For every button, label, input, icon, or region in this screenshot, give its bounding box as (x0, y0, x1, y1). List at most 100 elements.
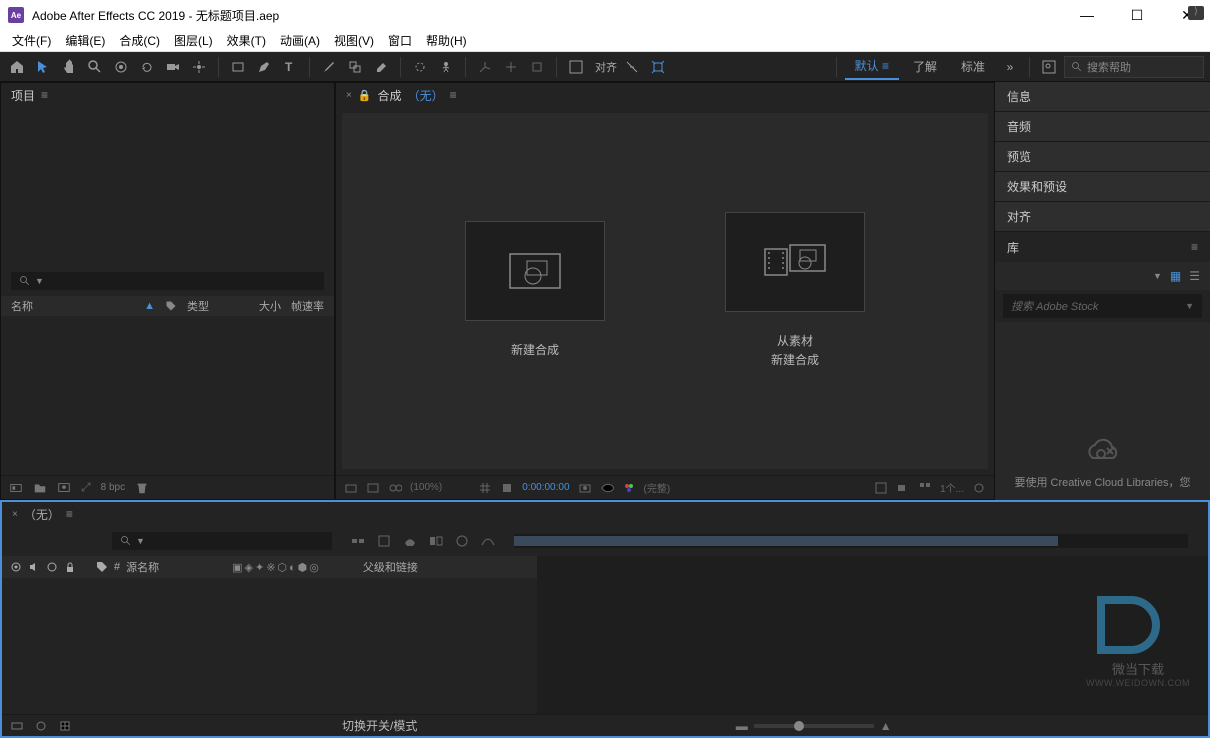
align-panel-tab[interactable]: 对齐 (995, 202, 1210, 232)
layer-list-area[interactable] (2, 578, 537, 714)
hand-tool[interactable] (58, 56, 80, 78)
lib-search-input[interactable]: 搜索 Adobe Stock ▼ (1003, 294, 1202, 318)
interpret-icon[interactable] (9, 481, 23, 495)
zoom-percent[interactable]: (100%) (410, 482, 442, 493)
info-panel-tab[interactable]: 信息 (995, 82, 1210, 112)
grid-icon[interactable] (478, 481, 492, 495)
snap-extend-icon[interactable] (647, 56, 669, 78)
audio-panel-tab[interactable]: 音频 (995, 112, 1210, 142)
search-all-icon[interactable] (1038, 56, 1060, 78)
resolution-label[interactable]: (完整) (644, 480, 671, 495)
menu-window[interactable]: 窗口 (382, 30, 418, 51)
view-count[interactable]: 1个... (940, 480, 964, 495)
list-view-icon[interactable]: ☰ (1189, 269, 1200, 283)
bpc-label[interactable]: 8 bpc (101, 482, 125, 493)
workspace-standard[interactable]: 标准 (951, 54, 995, 79)
menu-help[interactable]: 帮助(H) (420, 30, 473, 51)
col-name[interactable]: 名称 (11, 298, 134, 314)
timeline-search-input[interactable]: ▼ (112, 532, 332, 550)
view-axis-tool[interactable] (526, 56, 548, 78)
collapse-icon[interactable]: ⟩ (1188, 6, 1204, 20)
clone-tool[interactable] (344, 56, 366, 78)
col-fps[interactable]: 帧速率 (291, 298, 324, 314)
menu-file[interactable]: 文件(F) (6, 30, 57, 51)
workspace-default[interactable]: 默认 ≡ (845, 53, 899, 80)
menu-view[interactable]: 视图(V) (328, 30, 380, 51)
magnify-icon[interactable] (344, 481, 358, 495)
show-snapshot-icon[interactable] (600, 481, 614, 495)
effects-panel-tab[interactable]: 效果和预设 (995, 172, 1210, 202)
graph-editor-icon[interactable] (480, 533, 496, 549)
solo-icon[interactable] (46, 561, 58, 573)
new-from-footage-tile[interactable]: 从素材新建合成 (705, 212, 885, 370)
color-icon[interactable] (622, 481, 636, 495)
text-tool[interactable]: T (279, 56, 301, 78)
new-composition-tile[interactable]: 新建合成 (445, 221, 625, 360)
eraser-tool[interactable] (370, 56, 392, 78)
roto-tool[interactable] (409, 56, 431, 78)
menu-animation[interactable]: 动画(A) (274, 30, 326, 51)
folder-icon[interactable] (33, 481, 47, 495)
timeline-zoom-slider[interactable]: ▬ ▲ (427, 719, 1200, 733)
multi-view-icon[interactable] (918, 481, 932, 495)
source-name-col[interactable]: 源名称 (126, 559, 226, 575)
draft-3d-icon[interactable] (376, 533, 392, 549)
close-tab-icon[interactable]: × (12, 509, 18, 520)
rectangle-tool[interactable] (227, 56, 249, 78)
switches-label[interactable]: 切换开关/模式 (342, 717, 417, 734)
trash-icon[interactable] (135, 481, 149, 495)
puppet-tool[interactable] (435, 56, 457, 78)
lock-icon[interactable]: 🔒 (358, 89, 372, 102)
time-ruler[interactable] (537, 556, 1208, 578)
speaker-icon[interactable] (28, 561, 40, 573)
exposure-icon[interactable] (972, 481, 986, 495)
resolution-icon[interactable] (366, 481, 380, 495)
orbit-tool[interactable] (110, 56, 132, 78)
new-comp-icon[interactable] (57, 481, 71, 495)
world-axis-tool[interactable] (500, 56, 522, 78)
zoom-tool[interactable] (84, 56, 106, 78)
menu-composition[interactable]: 合成(C) (113, 30, 166, 51)
eye-icon[interactable] (10, 561, 22, 573)
comp-mini-flowchart-icon[interactable] (350, 533, 366, 549)
col-size[interactable]: 大小 (259, 298, 281, 314)
expand-icon[interactable] (58, 719, 72, 733)
brush-tool[interactable] (318, 56, 340, 78)
snap-edge-icon[interactable] (621, 56, 643, 78)
menu-layer[interactable]: 图层(L) (168, 30, 219, 51)
view-icon[interactable] (874, 481, 888, 495)
menu-effect[interactable]: 效果(T) (221, 30, 272, 51)
help-search-input[interactable]: 搜索帮助 (1064, 56, 1204, 78)
switches-cols[interactable]: ▣◈✦※⬡◐⬢◎ (232, 561, 321, 574)
toggle-mode-icon[interactable] (34, 719, 48, 733)
mask-icon[interactable] (500, 481, 514, 495)
close-tab-icon[interactable]: × (346, 90, 352, 101)
project-list[interactable] (1, 316, 334, 475)
timecode[interactable]: 0:00:00:00 (522, 482, 569, 493)
panel-menu-icon[interactable]: ≡ (41, 88, 48, 102)
home-tool[interactable] (6, 56, 28, 78)
maximize-button[interactable]: ☐ (1122, 7, 1152, 24)
toggle-switch-icon[interactable] (10, 719, 24, 733)
workspace-more[interactable]: » (999, 56, 1021, 78)
project-tab-label[interactable]: 项目 (11, 87, 35, 104)
snap-checkbox[interactable] (565, 56, 587, 78)
preview-panel-tab[interactable]: 预览 (995, 142, 1210, 172)
grid-view-icon[interactable]: ▦ (1170, 269, 1181, 283)
rotate-tool[interactable] (136, 56, 158, 78)
selection-tool[interactable] (32, 56, 54, 78)
project-search-input[interactable]: ▼ (11, 272, 324, 290)
menu-edit[interactable]: 编辑(E) (59, 30, 111, 51)
panel-menu-icon[interactable]: ≡ (66, 507, 73, 521)
local-axis-tool[interactable] (474, 56, 496, 78)
motion-blur-icon[interactable] (454, 533, 470, 549)
lock-col-icon[interactable] (64, 561, 76, 573)
3d-glasses-icon[interactable] (388, 481, 402, 495)
timeline-work-area[interactable] (514, 534, 1188, 548)
panel-menu-icon[interactable]: ≡ (450, 88, 457, 102)
camera-view-icon[interactable] (896, 481, 910, 495)
label-icon[interactable] (165, 300, 177, 312)
pan-behind-tool[interactable] (188, 56, 210, 78)
workspace-learn[interactable]: 了解 (903, 54, 947, 79)
label-col-icon[interactable] (96, 561, 108, 573)
